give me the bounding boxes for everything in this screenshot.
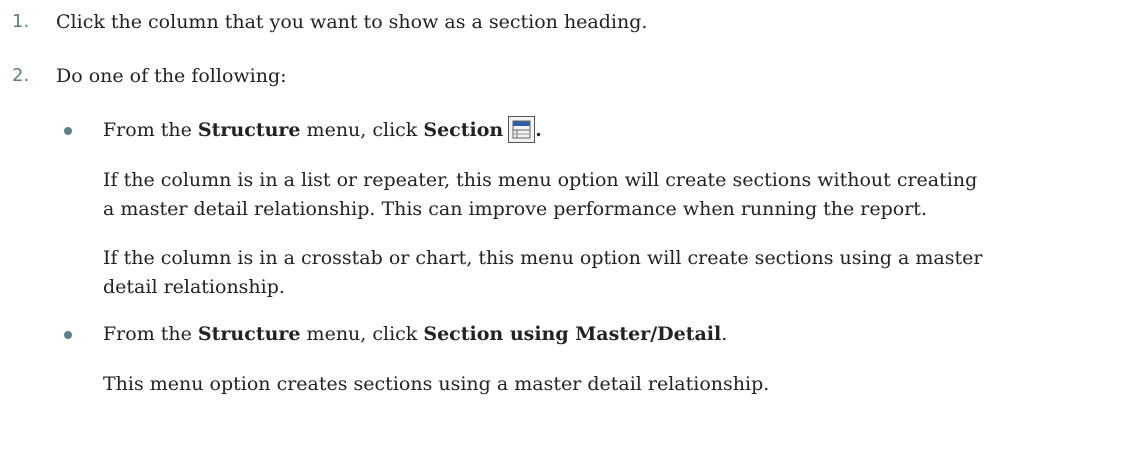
command-name: Section	[423, 119, 504, 141]
option-1-paragraph-2: If the column is in a crosstab or chart,…	[103, 244, 1143, 302]
instruction-middle: menu, click	[300, 323, 424, 345]
paragraph-line: a master detail relationship. This can i…	[103, 198, 927, 220]
instruction-suffix: .	[535, 119, 542, 141]
instruction-middle: menu, click	[300, 119, 424, 141]
step-number: 2.	[12, 65, 30, 86]
instruction-suffix: .	[721, 323, 728, 345]
paragraph-line: If the column is in a list or repeater, …	[103, 169, 978, 191]
menu-name: Structure	[197, 119, 301, 141]
bullet-icon	[64, 127, 72, 135]
step-text: Click the column that you want to show a…	[56, 11, 648, 33]
option-1-instruction: From the Structure menu, click Section.	[103, 116, 542, 143]
instruction-prefix: From the	[103, 323, 198, 345]
step-text: Do one of the following:	[56, 65, 287, 87]
bullet-icon	[64, 331, 72, 339]
section-icon	[508, 116, 536, 143]
option-1-paragraph-1: If the column is in a list or repeater, …	[103, 166, 1143, 224]
paragraph-line: This menu option creates sections using …	[103, 373, 770, 395]
menu-name: Structure	[197, 323, 301, 345]
option-2-paragraph-1: This menu option creates sections using …	[103, 370, 1143, 399]
option-2-instruction: From the Structure menu, click Section u…	[103, 322, 727, 346]
paragraph-line: detail relationship.	[103, 276, 285, 298]
paragraph-line: If the column is in a crosstab or chart,…	[103, 247, 983, 269]
command-name: Section using Master/Detail	[423, 323, 722, 345]
instruction-prefix: From the	[103, 119, 198, 141]
document-body: 1. Click the column that you want to sho…	[0, 0, 1145, 454]
step-number: 1.	[12, 11, 30, 32]
